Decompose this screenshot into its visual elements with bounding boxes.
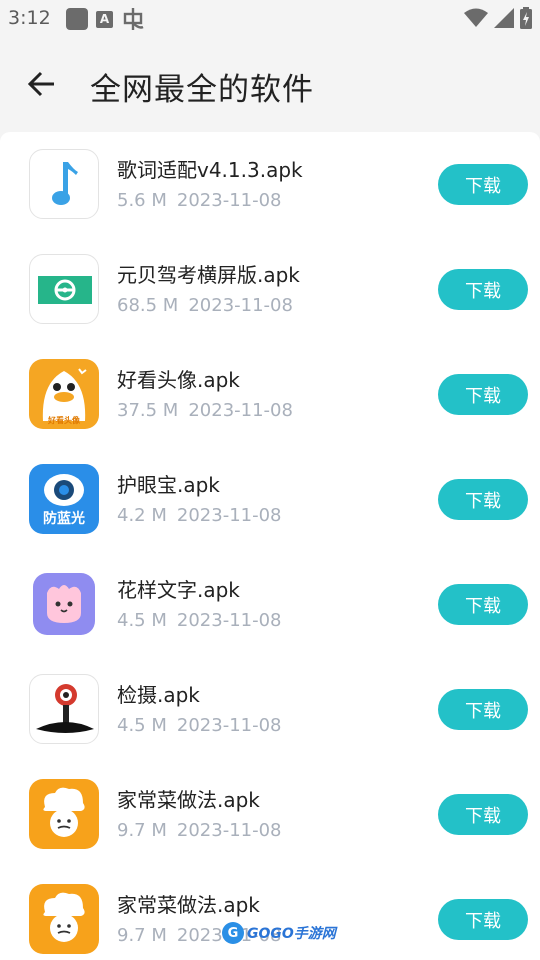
signal-icon	[494, 8, 514, 28]
app-name: 花样文字.apk	[117, 578, 240, 602]
chef-icon	[29, 779, 99, 849]
download-button[interactable]: 下载	[438, 794, 528, 835]
wifi-icon	[464, 8, 488, 27]
status-bar: 3:12 A	[0, 0, 540, 38]
system-icons	[464, 7, 532, 29]
file-size: 4.5 M	[117, 610, 167, 631]
file-date: 2023-11-08	[176, 610, 282, 631]
file-size: 9.7 M	[117, 820, 167, 841]
flower-face-icon	[29, 569, 99, 639]
bug-icon	[123, 8, 144, 30]
app-meta: 37.5 M 2023-11-08	[117, 400, 293, 421]
app-name: 家常菜做法.apk	[117, 788, 260, 812]
list-item[interactable]: 好看头像 好看头像.apk 37.5 M 2023-11-08 下载	[0, 342, 540, 447]
list-item[interactable]: 检摄.apk 4.5 M 2023-11-08 下载	[0, 657, 540, 762]
download-button[interactable]: 下载	[438, 479, 528, 520]
download-button[interactable]: 下载	[438, 899, 528, 940]
download-button[interactable]: 下载	[438, 584, 528, 625]
list-item[interactable]: 防蓝光 护眼宝.apk 4.2 M 2023-11-08 下载	[0, 447, 540, 552]
notification-icons: A	[66, 7, 145, 31]
icon-caption: 好看头像	[48, 416, 80, 425]
watermark-text: GOGO手游网	[247, 926, 336, 942]
status-time: 3:12	[8, 7, 51, 29]
app-name: 元贝驾考横屏版.apk	[117, 263, 300, 287]
app-name: 检摄.apk	[117, 683, 200, 707]
list-item[interactable]: 家常菜做法.apk 9.7 M2023-11-08 下载	[0, 867, 540, 960]
app-name: 好看头像.apk	[117, 368, 240, 392]
file-size: 68.5 M	[117, 295, 179, 316]
file-date: 2023-11-08	[188, 400, 293, 421]
battery-icon	[520, 7, 532, 29]
file-date: 2023-11-08	[188, 295, 293, 316]
page-title: 全网最全的软件	[90, 72, 314, 108]
app-name: 家常菜做法.apk	[117, 893, 260, 917]
camera-detector-icon	[29, 674, 99, 744]
file-date: 2023-11-08	[176, 715, 282, 736]
list-item[interactable]: 家常菜做法.apk 9.7 M 2023-11-08 下载	[0, 762, 540, 867]
download-button[interactable]: 下载	[438, 689, 528, 730]
icon-caption: 防蓝光	[43, 511, 85, 527]
app-list: 歌词适配v4.1.3.apk 5.6 M 2023-11-08 下载 元贝驾考横屏…	[0, 132, 540, 960]
chef-icon	[29, 884, 99, 954]
file-date: 2023-11-08	[176, 190, 282, 211]
download-button[interactable]: 下载	[438, 164, 528, 205]
app-meta: 4.5 M 2023-11-08	[117, 610, 282, 631]
app-name: 护眼宝.apk	[117, 473, 220, 497]
music-note-icon	[29, 149, 99, 219]
app-meta: 4.5 M 2023-11-08	[117, 715, 282, 736]
app-meta: 5.6 M 2023-11-08	[117, 190, 282, 211]
app-bar: 全网最全的软件	[0, 38, 540, 130]
file-size: 37.5 M	[117, 400, 179, 421]
file-size: 4.2 M	[117, 505, 167, 526]
duck-avatar-icon: 好看头像	[29, 359, 99, 429]
list-item[interactable]: 花样文字.apk 4.5 M 2023-11-08 下载	[0, 552, 540, 657]
app-meta: 68.5 M 2023-11-08	[117, 295, 293, 316]
app-name: 歌词适配v4.1.3.apk	[117, 158, 303, 182]
list-item[interactable]: 歌词适配v4.1.3.apk 5.6 M 2023-11-08 下载	[0, 132, 540, 237]
download-button[interactable]: 下载	[438, 269, 528, 310]
steering-wheel-icon	[29, 254, 99, 324]
back-arrow-icon[interactable]	[24, 66, 60, 102]
file-size: 4.5 M	[117, 715, 167, 736]
app-meta: 9.7 M 2023-11-08	[117, 820, 282, 841]
file-size: 5.6 M	[117, 190, 167, 211]
watermark-logo-icon: G	[222, 922, 244, 944]
download-button[interactable]: 下载	[438, 374, 528, 415]
eye-icon: 防蓝光	[29, 464, 99, 534]
app-notification-icon	[66, 8, 88, 30]
list-item[interactable]: 元贝驾考横屏版.apk 68.5 M 2023-11-08 下载	[0, 237, 540, 342]
app-meta: 4.2 M 2023-11-08	[117, 505, 282, 526]
file-date: 2023-11-08	[176, 820, 282, 841]
file-date: 2023-11-08	[176, 505, 282, 526]
font-notification-icon: A	[96, 10, 113, 28]
watermark: G GOGO手游网	[222, 922, 336, 944]
file-size: 9.7 M	[117, 925, 167, 946]
